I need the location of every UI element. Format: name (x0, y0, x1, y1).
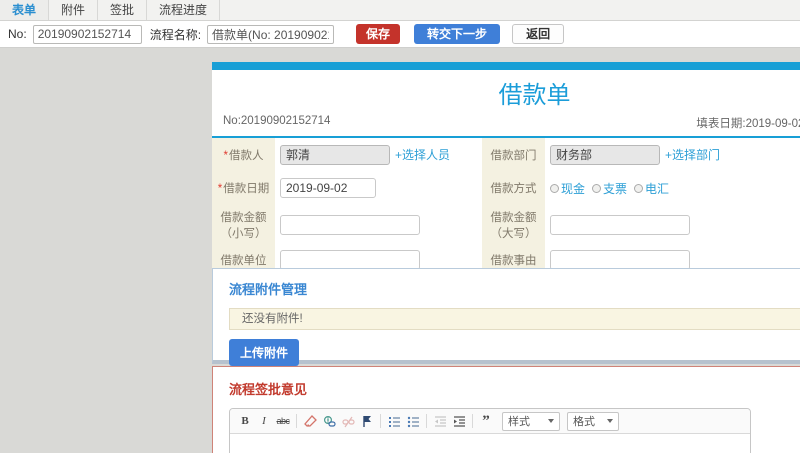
amount-uppercase-label: 借款金额（大写） (482, 205, 545, 245)
amount-lowercase-input[interactable] (280, 215, 420, 235)
required-asterisk: * (223, 149, 228, 162)
select-department-link[interactable]: +选择部门 (665, 146, 720, 163)
amount-uppercase-input[interactable] (550, 215, 690, 235)
toolbar-separator (380, 414, 381, 428)
forward-next-step-button[interactable]: 转交下一步 (414, 24, 501, 44)
form-fill-date-text: 填表日期:2019-09-02 15:27:1 (696, 118, 800, 130)
attachments-heading: 流程附件管理 (229, 282, 308, 297)
rich-text-editor: B I abc ” 样式 格式 (229, 408, 751, 453)
numbered-list-icon[interactable] (385, 412, 403, 430)
no-input[interactable] (32, 24, 142, 44)
tab-form[interactable]: 表单 (0, 0, 50, 20)
tab-approval[interactable]: 签批 (98, 0, 148, 20)
form-top-accent-bar (212, 62, 800, 70)
save-button[interactable]: 保存 (356, 24, 401, 44)
amount-lowercase-label: 借款金额（小写） (212, 205, 275, 245)
toolbar-separator (472, 414, 473, 428)
radio-option-cheque[interactable]: 支票 (592, 180, 627, 197)
no-label: No: (8, 27, 27, 41)
upload-attachment-button[interactable]: 上传附件 (229, 339, 300, 366)
department-label: 借款部门 (482, 138, 545, 171)
loan-reason-input[interactable] (550, 249, 690, 270)
borrower-input[interactable] (280, 144, 390, 165)
back-button[interactable]: 返回 (512, 24, 565, 44)
loan-date-label: *借款日期 (212, 171, 275, 205)
attachments-panel: 流程附件管理 还没有附件! 上传附件 (212, 268, 800, 366)
form-fields-table: *借款人 +选择人员 借款部门 +选择部门 *借款日期 借款方式 现金 支票 电… (212, 138, 800, 274)
tab-process-progress[interactable]: 流程进度 (147, 0, 221, 20)
toolbar-separator (296, 414, 297, 428)
unlink-icon[interactable] (339, 412, 357, 430)
blockquote-icon[interactable]: ” (477, 412, 495, 430)
editor-content-area[interactable] (230, 434, 750, 453)
radio-option-cash[interactable]: 现金 (550, 180, 585, 197)
loan-unit-input[interactable] (280, 249, 420, 270)
form-no-text: No:20190902152714 (223, 115, 331, 127)
format-dropdown[interactable]: 格式 (567, 411, 619, 431)
no-attachments-message: 还没有附件! (229, 308, 800, 330)
approval-opinions-panel: 流程签批意见 B I abc ” 样式 格式 (212, 366, 800, 453)
remove-format-icon[interactable] (301, 412, 319, 430)
bold-icon[interactable]: B (236, 412, 254, 430)
bulleted-list-icon[interactable] (404, 412, 422, 430)
borrower-label: *借款人 (212, 138, 275, 171)
action-toolbar: No: 流程名称: 保存 转交下一步 返回 (0, 21, 800, 48)
tab-bar: 表单 附件 签批 流程进度 (0, 0, 800, 21)
form-title: 借款单 (498, 82, 571, 109)
loan-method-label: 借款方式 (482, 171, 545, 205)
process-name-label: 流程名称: (149, 27, 202, 42)
radio-icon[interactable] (592, 183, 602, 193)
process-name-input[interactable] (207, 24, 335, 44)
required-asterisk: * (217, 183, 223, 195)
styles-dropdown[interactable]: 样式 (502, 411, 560, 431)
chevron-down-icon (607, 419, 613, 423)
loan-method-radio-group: 现金 支票 电汇 (550, 180, 669, 197)
loan-date-input[interactable] (280, 178, 376, 198)
loan-form-panel: 借款单 No:20190902152714 填表日期:2019-09-02 15… (212, 62, 800, 278)
radio-icon[interactable] (634, 183, 644, 193)
chevron-down-icon (548, 419, 554, 423)
editor-toolbar: B I abc ” 样式 格式 (230, 409, 750, 434)
indent-icon[interactable] (450, 412, 468, 430)
radio-option-wire[interactable]: 电汇 (634, 180, 669, 197)
strikethrough-icon[interactable]: abc (274, 412, 292, 430)
toolbar-separator (426, 414, 427, 428)
anchor-flag-icon[interactable] (358, 412, 376, 430)
approval-heading: 流程签批意见 (229, 382, 308, 397)
outdent-icon[interactable] (431, 412, 449, 430)
tab-attachments[interactable]: 附件 (49, 0, 99, 20)
radio-icon[interactable] (550, 183, 559, 193)
department-input[interactable] (550, 144, 660, 165)
italic-icon[interactable]: I (255, 412, 273, 430)
select-person-link[interactable]: +选择人员 (395, 146, 450, 163)
link-icon[interactable] (320, 412, 338, 430)
